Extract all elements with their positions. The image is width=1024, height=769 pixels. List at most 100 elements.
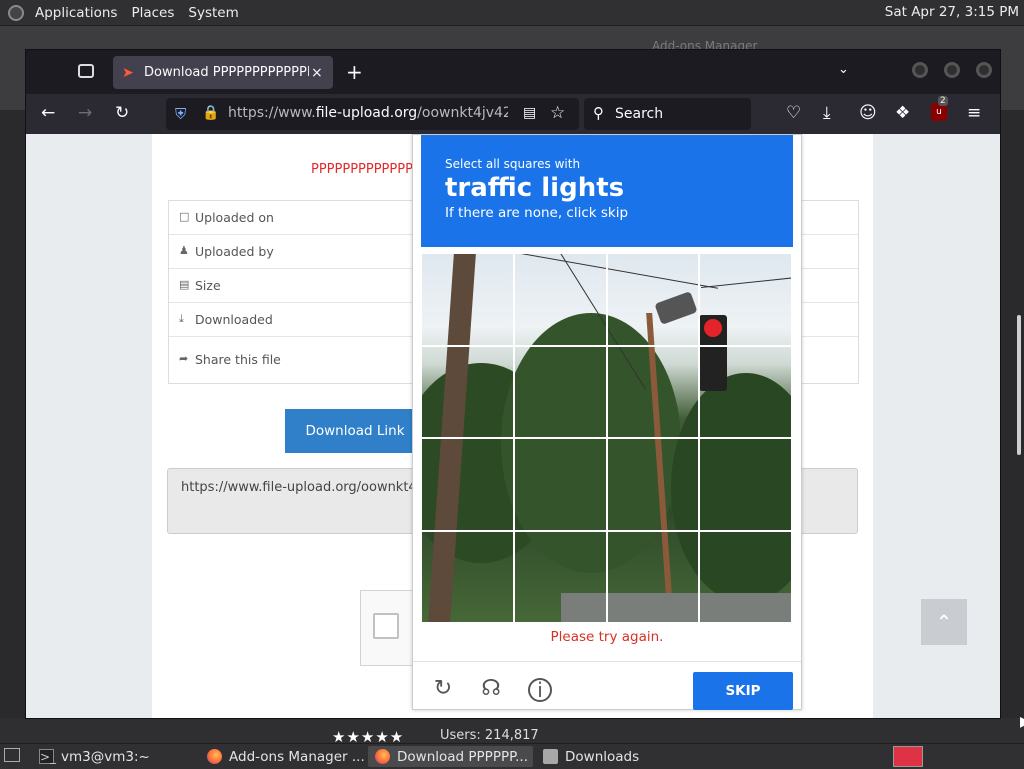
info-label: Uploaded on — [195, 210, 274, 225]
tab-title: Download PPPPPPPPPPPPPPPPPP — [144, 65, 309, 80]
nav-bar: ← → ↻ ⛨ 🔒 https://www.file-upload.org/oo… — [26, 94, 1000, 134]
calendar-icon: □ — [179, 210, 190, 223]
taskbar-item-downloads-folder[interactable]: Downloads — [536, 746, 701, 767]
site-favicon-icon: ➤ — [122, 64, 134, 81]
new-tab-button[interactable]: + — [346, 60, 363, 84]
menu-applications[interactable]: Applications — [28, 5, 124, 21]
mouse-cursor-icon: ▶ — [1020, 714, 1024, 730]
recaptcha-tile[interactable] — [606, 253, 700, 346]
recaptcha-tile[interactable] — [699, 253, 792, 346]
scroll-to-top-button[interactable]: ⌃ — [921, 599, 967, 645]
search-icon: ⚲ — [593, 104, 604, 122]
ublock-badge: 2 — [938, 96, 948, 106]
taskbar-label: Downloads — [565, 748, 640, 765]
minimize-button[interactable] — [912, 62, 928, 78]
bookmark-star-icon[interactable]: ☆ — [550, 103, 565, 123]
show-desktop-icon[interactable] — [4, 748, 20, 762]
hdd-icon: ▤ — [179, 278, 190, 291]
taskbar-label: vm3@vm3:~ — [61, 748, 150, 765]
tab-bar: ➤ Download PPPPPPPPPPPPPPPPPP × + ⌄ — [26, 50, 1000, 94]
recaptcha-tile[interactable] — [606, 345, 700, 438]
taskbar-item-download[interactable]: Download PPPPPP... — [368, 746, 533, 767]
desktop-right-strip — [999, 110, 1024, 718]
recaptcha-tile[interactable] — [699, 345, 792, 438]
url-text[interactable]: https://www.file-upload.org/oownkt4jv42p — [228, 105, 508, 121]
recaptcha-header: Select all squares with traffic lights I… — [421, 135, 793, 247]
tab-download[interactable]: ➤ Download PPPPPPPPPPPPPPPPPP × — [113, 56, 333, 89]
download-link-button[interactable]: Download Link — [285, 409, 425, 453]
url-bar[interactable]: ⛨ 🔒 https://www.file-upload.org/oownkt4j… — [166, 98, 579, 130]
recaptcha-tile[interactable] — [513, 438, 607, 531]
firefox-icon — [375, 749, 390, 764]
pocket-icon[interactable]: ♡ — [786, 104, 801, 122]
firefox-view-icon[interactable] — [78, 64, 94, 78]
share-icon: ➦ — [179, 352, 189, 365]
extensions-puzzle-icon[interactable]: ❖ — [895, 104, 910, 122]
url-prefix: https://www. — [228, 105, 316, 121]
recaptcha-tile[interactable] — [699, 438, 792, 531]
desktop-left-strip — [0, 110, 25, 718]
recaptcha-tile[interactable] — [606, 438, 700, 531]
lock-icon[interactable]: 🔒 — [202, 105, 219, 121]
distro-logo-icon[interactable] — [8, 4, 24, 21]
download-icon: ⤓ — [179, 312, 184, 325]
account-icon[interactable]: ☺ — [859, 104, 877, 122]
recaptcha-error: Please try again. — [550, 629, 664, 645]
clock[interactable]: Sat Apr 27, 3:15 PM — [885, 4, 1019, 20]
url-path: /oownkt4jv42p — [417, 105, 508, 121]
audio-challenge-headphones-icon[interactable]: ☊ — [480, 678, 502, 700]
tracking-shield-icon[interactable]: ⛨ — [175, 105, 186, 123]
recaptcha-tile[interactable] — [699, 530, 792, 623]
recaptcha-footer: ↻ ☊ i SKIP — [413, 661, 801, 710]
recaptcha-challenge: Select all squares with traffic lights I… — [412, 134, 802, 710]
taskbar-item-addons[interactable]: Add-ons Manager ... — [200, 746, 365, 767]
user-icon: ♟ — [179, 244, 189, 257]
recaptcha-tile[interactable] — [421, 253, 514, 346]
menu-places[interactable]: Places — [124, 5, 181, 21]
list-all-tabs-chevron-icon[interactable]: ⌄ — [838, 62, 849, 77]
bottom-taskbar: >_ vm3@vm3:~ Add-ons Manager ... Downloa… — [0, 743, 1024, 769]
reload-challenge-icon[interactable]: ↻ — [432, 678, 454, 700]
downloads-icon[interactable]: ⤓ — [823, 104, 831, 122]
file-name-title: PPPPPPPPPPPPPP — [311, 162, 421, 177]
close-window-button[interactable] — [976, 62, 992, 78]
menu-system[interactable]: System — [181, 5, 245, 21]
info-label: Uploaded by — [195, 244, 274, 259]
recaptcha-image — [421, 253, 792, 623]
maximize-button[interactable] — [944, 62, 960, 78]
recaptcha-target: traffic lights — [445, 173, 625, 203]
taskbar-item-terminal[interactable]: >_ vm3@vm3:~ — [32, 746, 197, 767]
tray-firefox-icon[interactable] — [893, 746, 923, 767]
background-scrollbar — [1017, 315, 1021, 455]
recaptcha-tile[interactable] — [421, 438, 514, 531]
recaptcha-checkbox[interactable] — [373, 613, 399, 639]
firefox-window: ➤ Download PPPPPPPPPPPPPPPPPP × + ⌄ ← → … — [25, 49, 1001, 719]
tab-close-icon[interactable]: × — [311, 65, 323, 81]
terminal-icon: >_ — [39, 749, 57, 764]
url-domain: file-upload.org — [315, 105, 418, 121]
recaptcha-tile[interactable] — [421, 345, 514, 438]
recaptcha-instruction: Select all squares with — [445, 157, 581, 171]
reader-view-icon[interactable]: ▤ — [523, 105, 536, 121]
top-panel: Applications Places System Sat Apr 27, 3… — [0, 0, 1024, 26]
info-label: Size — [195, 278, 221, 293]
search-bar[interactable]: ⚲ Search — [584, 98, 751, 130]
recaptcha-tile[interactable] — [513, 345, 607, 438]
users-count: Users: 214,817 — [440, 728, 539, 743]
reload-icon[interactable]: ↻ — [115, 104, 129, 122]
info-icon[interactable]: i — [528, 678, 552, 702]
info-label: Share this file — [195, 352, 281, 367]
forward-arrow-icon[interactable]: → — [78, 104, 92, 122]
info-label: Downloaded — [195, 312, 273, 327]
firefox-icon — [207, 749, 222, 764]
recaptcha-tile[interactable] — [421, 530, 514, 623]
recaptcha-subtext: If there are none, click skip — [445, 205, 629, 221]
hamburger-menu-icon[interactable]: ≡ — [967, 104, 981, 122]
skip-button[interactable]: SKIP — [693, 672, 793, 710]
recaptcha-tile[interactable] — [513, 253, 607, 346]
recaptcha-tile[interactable] — [513, 530, 607, 623]
recaptcha-tile[interactable] — [606, 530, 700, 623]
taskbar-label: Add-ons Manager ... — [229, 748, 365, 765]
back-arrow-icon[interactable]: ← — [41, 104, 55, 122]
folder-icon — [543, 749, 558, 764]
